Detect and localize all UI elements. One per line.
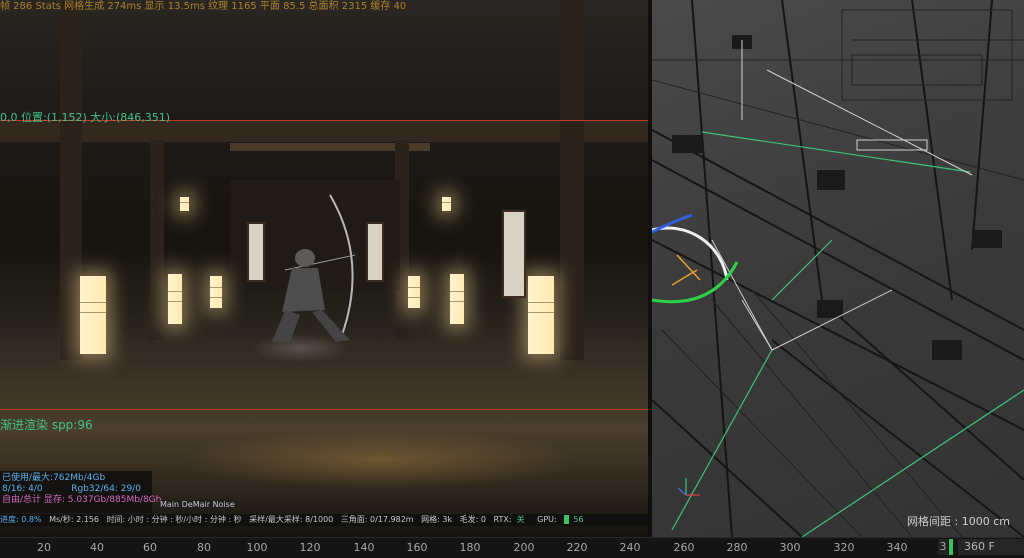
editor-viewport[interactable]: 网格间距 : 1000 cm <box>652 0 1024 537</box>
timeline-tick: 340 <box>886 541 908 554</box>
timeline-tick: 140 <box>353 541 375 554</box>
timeline-tick: 120 <box>299 541 321 554</box>
timeline-tick: 180 <box>459 541 481 554</box>
grid-spacing-label: 网格间距 : 1000 cm <box>907 515 1010 528</box>
render-viewport[interactable]: 帧 286 Stats 网格生成 274ms 显示 13.5ms 纹理 1165… <box>0 0 648 537</box>
vram-usage: 自由/总计 显存: 5.037Gb/885Mb/8Gb <box>2 495 162 505</box>
timeline-tick: 20 <box>37 541 51 554</box>
floor-light-patch <box>180 430 580 490</box>
stat-rtx-value: 关 <box>516 515 525 524</box>
end-frame-field[interactable]: 360 F <box>958 539 1024 555</box>
timeline-tick: 60 <box>143 541 157 554</box>
wireframe-scene <box>652 0 1024 537</box>
stat-ms: Ms/秒: 2.156 <box>49 515 100 524</box>
stat-mesh: 网格: 3k <box>421 515 453 524</box>
timeline-tick: 160 <box>406 541 428 554</box>
timeline-tick: 40 <box>90 541 104 554</box>
light-gizmo <box>652 213 739 304</box>
texture-counts: 8/16: 4/0 Rgb32/64: 29/0 <box>2 484 152 495</box>
render-stats-overlay: 帧 286 Stats 网格生成 274ms 显示 13.5ms 纹理 1165… <box>0 1 407 12</box>
stat-time: 时间: 小时 : 分钟 : 秒/小时 : 分钟 : 秒 <box>106 515 242 524</box>
timeline-tick: 260 <box>673 541 695 554</box>
timeline-tick: 280 <box>726 541 748 554</box>
timeline-tick: 220 <box>566 541 588 554</box>
texture-count-rgb: Rgb32/64: 29/0 <box>71 484 141 494</box>
timeline-tick: 200 <box>513 541 535 554</box>
gpu-usage-bar <box>564 515 570 524</box>
current-frame-marker[interactable] <box>949 539 953 555</box>
texture-count-8-16: 8/16: 4/0 <box>2 484 43 494</box>
stat-gpu-value: 56 <box>573 515 584 524</box>
timeline-ruler[interactable]: 20 40 60 80 100 120 140 160 180 200 220 … <box>0 537 1024 558</box>
render-region-info: 0,0 位置:(1,152) 大小:(846,351) <box>0 111 171 124</box>
timeline-tick: 320 <box>833 541 855 554</box>
render-region-bottom-edge[interactable] <box>0 409 648 410</box>
stat-progress: 进度: 0.8% <box>0 515 42 524</box>
timeline-tick: 300 <box>779 541 801 554</box>
render-buffer-selector[interactable]: Main DeMair Noise <box>157 500 238 509</box>
render-stats-bar: 进度: 0.8% Ms/秒: 2.156 时间: 小时 : 分钟 : 秒/小时 … <box>0 514 648 526</box>
progressive-render-label: 渐进渲染 spp:96 <box>0 418 93 432</box>
timeline-tick: 240 <box>619 541 641 554</box>
stat-triangles: 三角面: 0/17.982m <box>340 515 414 524</box>
timeline-tick: 100 <box>246 541 268 554</box>
memory-stats-panel: 已使用/最大:762Mb/4Gb 8/16: 4/0 Rgb32/64: 29/… <box>0 471 162 513</box>
timeline-tick: 80 <box>197 541 211 554</box>
stat-gpu: GPU: 56 <box>537 515 584 524</box>
stat-hair: 毛发: 0 <box>459 515 486 524</box>
memory-used: 已使用/最大:762Mb/4Gb <box>2 473 106 483</box>
stat-rtx: RTX: 关 <box>493 515 525 524</box>
stat-samples: 采样/最大采样: 8/1000 <box>249 515 334 524</box>
current-frame-field[interactable]: 3 <box>938 539 948 555</box>
